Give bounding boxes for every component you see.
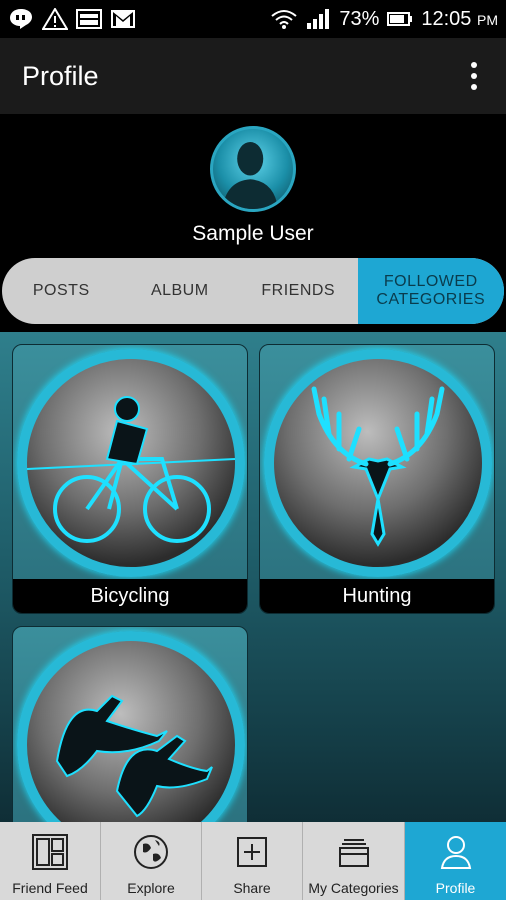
- nav-profile[interactable]: Profile: [405, 822, 506, 900]
- battery-percent: 73%: [339, 7, 380, 30]
- plus-icon: [237, 837, 267, 867]
- wifi-icon: [271, 8, 297, 30]
- nav-my-categories[interactable]: My Categories: [303, 822, 405, 900]
- gmail-icon: [110, 8, 136, 30]
- nav-label: Profile: [435, 880, 476, 896]
- hangouts-icon: [8, 8, 34, 30]
- ducks-icon: [17, 631, 245, 845]
- category-card-hunting[interactable]: Hunting: [259, 344, 495, 614]
- nav-friend-feed[interactable]: Friend Feed: [0, 822, 101, 900]
- profile-header: Sample User: [0, 114, 506, 254]
- nav-label: My Categories: [308, 880, 399, 896]
- nav-label: Friend Feed: [12, 880, 88, 896]
- overflow-menu-icon[interactable]: [464, 56, 484, 96]
- bottom-nav: Friend Feed Explore Share My Categories …: [0, 822, 506, 900]
- category-grid: Bicycling Hunting: [0, 332, 506, 846]
- stack-icon: [338, 839, 369, 867]
- category-card-waterfowl[interactable]: [12, 626, 248, 846]
- app-bar: Profile: [0, 38, 506, 114]
- image-icon: [76, 8, 102, 30]
- signal-icon: [305, 8, 331, 30]
- nav-share[interactable]: Share: [202, 822, 303, 900]
- globe-icon: [134, 835, 168, 869]
- category-card-bicycling[interactable]: Bicycling: [12, 344, 248, 614]
- nav-explore[interactable]: Explore: [101, 822, 202, 900]
- battery-icon: [387, 8, 413, 30]
- tab-posts[interactable]: POSTS: [2, 258, 121, 324]
- profile-tabs: POSTS ALBUM FRIENDS FOLLOWED CATEGORIES: [2, 258, 504, 324]
- tab-followed-categories[interactable]: FOLLOWED CATEGORIES: [357, 258, 504, 324]
- user-name: Sample User: [192, 222, 314, 245]
- status-bar: 73% 12:05 PM: [0, 0, 506, 38]
- feed-icon: [32, 834, 68, 870]
- tab-album[interactable]: ALBUM: [121, 258, 240, 324]
- tab-friends[interactable]: FRIENDS: [239, 258, 358, 324]
- category-label: Bicycling: [13, 579, 247, 613]
- person-icon: [440, 836, 471, 869]
- page-title: Profile: [22, 60, 99, 91]
- bicycle-icon: [17, 349, 245, 577]
- clock: 12:05 PM: [421, 7, 498, 30]
- nav-label: Share: [233, 880, 271, 896]
- category-label: Hunting: [260, 579, 494, 613]
- warning-icon: [42, 8, 68, 30]
- person-silhouette-icon: [222, 142, 279, 209]
- nav-label: Explore: [127, 880, 175, 896]
- deer-skull-icon: [264, 349, 492, 577]
- avatar[interactable]: [210, 126, 296, 212]
